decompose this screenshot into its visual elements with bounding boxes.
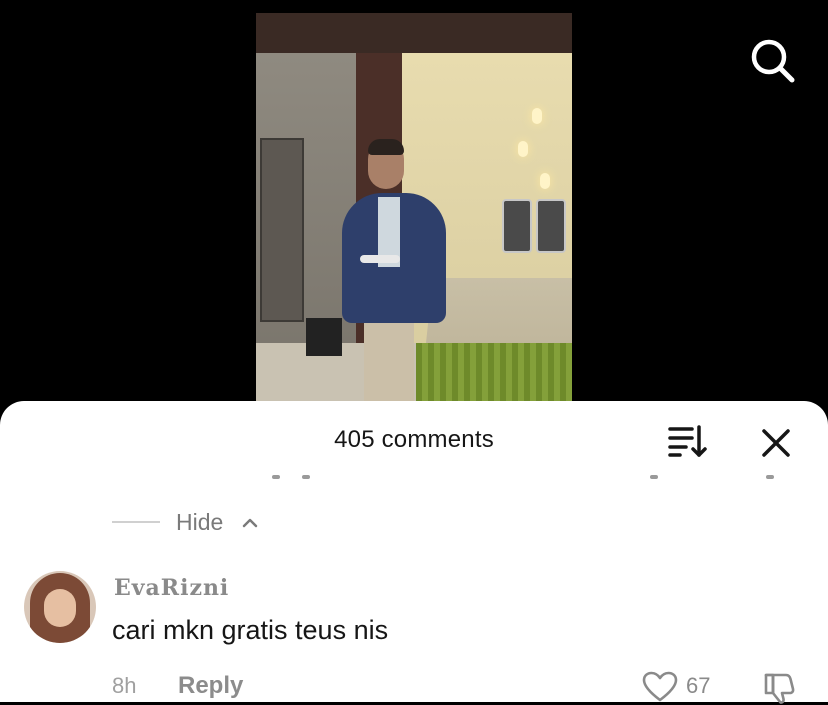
peek-fragment [766, 475, 774, 479]
video-person-hair [368, 139, 404, 155]
sort-button[interactable] [666, 423, 710, 459]
sort-icon [668, 425, 707, 457]
comment-time: 8h [112, 673, 137, 698]
search-button[interactable] [748, 36, 796, 84]
video-plate [360, 255, 400, 263]
search-icon [751, 39, 795, 83]
video-bag [306, 318, 342, 356]
comment-text: cari mkn gratis teus nis [112, 615, 389, 645]
video-chafing-dish [536, 199, 566, 253]
video-person-pants [364, 313, 414, 413]
thumbs-down-icon[interactable] [762, 669, 798, 705]
avatar[interactable] [24, 571, 96, 643]
scrolled-content-peek [0, 465, 828, 481]
video-elevator-door [260, 138, 304, 322]
video-lamp [540, 173, 550, 189]
divider-line [112, 521, 160, 523]
video-chafing-dish [502, 199, 532, 253]
video-lamp [518, 141, 528, 157]
hide-label[interactable]: Hide [176, 509, 223, 536]
peek-fragment [650, 475, 658, 479]
heart-icon[interactable] [642, 671, 678, 703]
comments-header: 405 comments [0, 401, 828, 481]
peek-fragment [272, 475, 280, 479]
video-player[interactable] [0, 0, 828, 413]
comments-sheet: 405 comments Hide EvaRizni cari mkn grat… [0, 401, 828, 704]
video-lamp [532, 108, 542, 124]
comment-item: EvaRizni cari mkn gratis teus nis 8h Rep… [0, 567, 828, 704]
peek-fragment [302, 475, 310, 479]
comment-username[interactable]: EvaRizni [114, 575, 229, 601]
video-ceiling [256, 13, 572, 53]
video-frame[interactable] [256, 13, 572, 413]
reply-button[interactable]: Reply [178, 672, 243, 700]
like-count: 67 [686, 673, 711, 698]
chevron-up-icon [242, 518, 258, 528]
close-icon [762, 429, 790, 457]
close-button[interactable] [756, 423, 796, 463]
